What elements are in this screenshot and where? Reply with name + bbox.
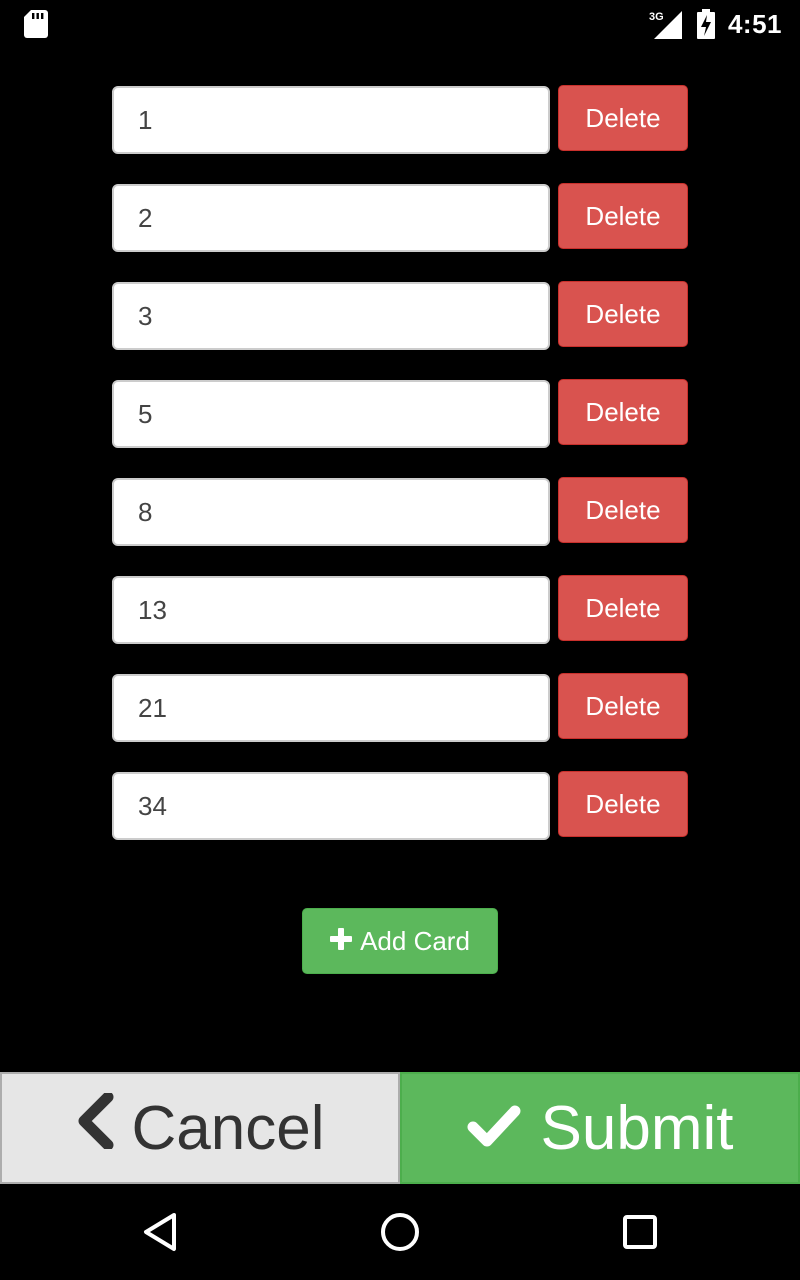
card-value-input[interactable]: [112, 380, 550, 448]
sd-card-icon: [24, 10, 48, 38]
card-list: Delete Delete Delete Delete Delete Delete Dele…: [112, 85, 688, 870]
recents-square-icon[interactable]: [600, 1192, 680, 1272]
delete-card-button[interactable]: Delete: [558, 575, 688, 641]
status-time: 4:51: [727, 8, 782, 39]
card-row: Delete: [112, 771, 688, 840]
delete-card-button[interactable]: Delete: [558, 771, 688, 837]
card-row: Delete: [112, 379, 688, 448]
app-screen: 3G 4:51 DeleteDeleteDeleteDeleteDeleteDe…: [0, 0, 800, 1280]
add-card-button[interactable]: Add Card: [302, 908, 498, 974]
plus-icon: [330, 926, 353, 957]
add-card-label: Add Card: [360, 925, 470, 956]
cancel-label: Cancel: [131, 1093, 325, 1163]
signal-icon: 3G: [648, 9, 684, 39]
card-value-input[interactable]: [112, 184, 550, 252]
card-value-input[interactable]: [112, 86, 550, 154]
card-value-input[interactable]: [112, 674, 550, 742]
delete-card-button[interactable]: Delete: [558, 379, 688, 445]
action-bar: Cancel Submit: [0, 1072, 800, 1184]
card-row: Delete: [112, 673, 688, 742]
card-row: Delete: [112, 183, 688, 252]
delete-card-button[interactable]: Delete: [558, 183, 688, 249]
card-value-input[interactable]: [112, 478, 550, 546]
delete-card-button[interactable]: Delete: [558, 85, 688, 151]
chevron-left-icon: [76, 1091, 114, 1164]
card-value-input[interactable]: [112, 576, 550, 644]
card-value-input[interactable]: [112, 772, 550, 840]
card-row: Delete: [112, 575, 688, 644]
delete-card-button[interactable]: Delete: [558, 477, 688, 543]
cancel-button[interactable]: Cancel: [0, 1072, 400, 1184]
status-bar: 3G 4:51: [0, 0, 800, 48]
back-triangle-icon[interactable]: [120, 1192, 200, 1272]
network-type-label: 3G: [649, 11, 664, 23]
checkmark-icon: [467, 1093, 521, 1164]
card-row: Delete: [112, 281, 688, 350]
delete-card-button[interactable]: Delete: [558, 281, 688, 347]
battery-charging-icon: [696, 9, 716, 39]
card-value-input[interactable]: [112, 282, 550, 350]
delete-card-button[interactable]: Delete: [558, 673, 688, 739]
submit-button[interactable]: Submit: [400, 1072, 800, 1184]
card-row: Delete: [112, 85, 688, 154]
system-nav-bar: [0, 1184, 800, 1280]
card-row: Delete: [112, 477, 688, 546]
submit-label: Submit: [540, 1093, 734, 1163]
home-circle-icon[interactable]: [360, 1192, 440, 1272]
